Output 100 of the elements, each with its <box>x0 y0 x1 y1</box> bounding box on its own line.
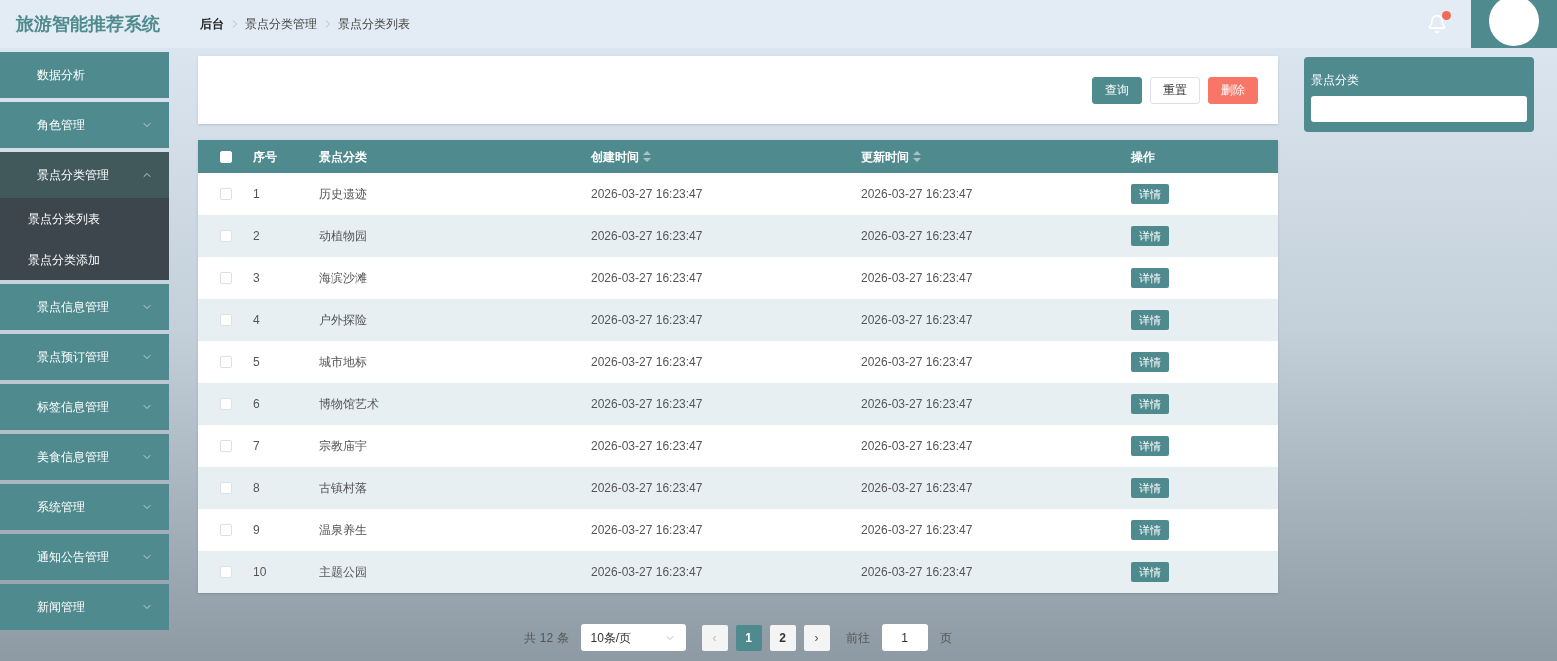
total-count: 共 12 条 <box>524 629 569 647</box>
category-input-field[interactable] <box>1311 96 1527 122</box>
sidebar-menu-item[interactable]: 美食信息管理 <box>0 434 169 480</box>
toolbar-button[interactable]: 删除 <box>1208 76 1258 104</box>
column-header[interactable]: 更新时间 <box>861 147 921 166</box>
table-cell: 2 <box>253 229 260 243</box>
avatar-placeholder[interactable] <box>1489 0 1539 46</box>
chevron-right-icon <box>325 20 330 28</box>
page-size-select[interactable]: 10条/页 <box>580 624 686 651</box>
table-cell: 2026-03-27 16:23:47 <box>591 271 703 285</box>
filter-label: 景点分类 <box>1311 72 1360 89</box>
sidebar-menu-item[interactable]: 景点预订管理 <box>0 334 169 380</box>
page-button[interactable]: 2 <box>769 624 796 651</box>
row-checkbox[interactable] <box>219 356 232 368</box>
sort-icon[interactable] <box>643 151 651 162</box>
row-checkbox[interactable] <box>219 188 232 200</box>
sidebar-menu-item[interactable]: 数据分析 <box>0 52 169 98</box>
submenu-item[interactable]: 景点分类列表 <box>0 198 169 239</box>
details-button[interactable]: 详情 <box>1131 520 1169 540</box>
sidebar-menu-item[interactable]: 通知公告管理 <box>0 534 169 580</box>
app-title: 旅游智能推荐系统 <box>16 12 161 36</box>
bell-icon <box>1427 14 1447 34</box>
table-cell: 9 <box>253 523 260 537</box>
row-checkbox[interactable] <box>219 314 232 326</box>
table-cell: 古镇村落 <box>319 481 367 495</box>
table-cell: 2026-03-27 16:23:47 <box>861 439 973 453</box>
table-cell: 2026-03-27 16:23:47 <box>861 397 973 411</box>
table-cell: 温泉养生 <box>319 523 367 537</box>
table-cell: 2026-03-27 16:23:47 <box>591 397 703 411</box>
table-cell: 3 <box>253 271 260 285</box>
sidebar-menu-item[interactable]: 标签信息管理 <box>0 384 169 430</box>
details-button[interactable]: 详情 <box>1131 394 1169 414</box>
table-cell: 2026-03-27 16:23:47 <box>861 187 973 201</box>
table-cell: 2026-03-27 16:23:47 <box>591 481 703 495</box>
row-checkbox[interactable] <box>219 398 232 410</box>
table-cell: 2026-03-27 16:23:47 <box>591 523 703 537</box>
table-cell: 2026-03-27 16:23:47 <box>591 187 703 201</box>
breadcrumb-item[interactable]: 后台 <box>200 15 224 33</box>
sort-icon[interactable] <box>913 151 921 162</box>
table-cell: 2026-03-27 16:23:47 <box>591 355 703 369</box>
table-cell: 2026-03-27 16:23:47 <box>861 271 973 285</box>
sidebar-menu-item[interactable]: 景点分类管理 <box>0 152 169 198</box>
goto-label: 前往 <box>845 629 870 647</box>
sidebar-menu-item[interactable]: 新闻管理 <box>0 584 169 630</box>
column-header: 景点分类 <box>319 148 367 166</box>
table-cell: 2026-03-27 16:23:47 <box>861 481 973 495</box>
row-checkbox[interactable] <box>219 482 232 494</box>
table-cell: 2026-03-27 16:23:47 <box>861 313 973 327</box>
table-cell: 5 <box>253 355 260 369</box>
details-button[interactable]: 详情 <box>1131 352 1169 372</box>
row-checkbox[interactable] <box>219 566 232 578</box>
row-checkbox[interactable] <box>219 272 232 284</box>
table-cell: 主题公园 <box>319 565 367 579</box>
select-all-checkbox[interactable] <box>219 150 232 163</box>
details-button[interactable]: 详情 <box>1131 562 1169 582</box>
table-cell: 户外探险 <box>319 313 367 327</box>
table-cell: 城市地标 <box>319 355 367 369</box>
table-cell: 历史遗迹 <box>319 187 367 201</box>
sidebar-menu-item[interactable]: 角色管理 <box>0 102 169 148</box>
table-cell: 2026-03-27 16:23:47 <box>591 229 703 243</box>
table-cell: 2026-03-27 16:23:47 <box>591 565 703 579</box>
table-cell: 2026-03-27 16:23:47 <box>861 523 973 537</box>
column-header: 操作 <box>1131 148 1155 166</box>
table-cell: 6 <box>253 397 260 411</box>
table-cell: 2026-03-27 16:23:47 <box>591 313 703 327</box>
table-cell: 宗教庙宇 <box>319 439 367 453</box>
next-page-button[interactable]: › <box>803 624 830 651</box>
column-header[interactable]: 创建时间 <box>591 147 651 166</box>
goto-page-field[interactable]: 1 <box>881 624 928 651</box>
table-cell: 1 <box>253 187 260 201</box>
details-button[interactable]: 详情 <box>1131 310 1169 330</box>
row-checkbox[interactable] <box>219 230 232 242</box>
chevron-right-icon <box>232 20 237 28</box>
table-cell: 2026-03-27 16:23:47 <box>591 439 703 453</box>
table-cell: 博物馆艺术 <box>319 397 379 411</box>
page-button[interactable]: 1 <box>735 624 762 651</box>
row-checkbox[interactable] <box>219 524 232 536</box>
toolbar-button[interactable]: 重置 <box>1150 76 1200 104</box>
sidebar-menu-item[interactable]: 系统管理 <box>0 484 169 530</box>
toolbar-button[interactable]: 查询 <box>1092 76 1142 104</box>
table-cell: 2026-03-27 16:23:47 <box>861 229 973 243</box>
table-cell: 2026-03-27 16:23:47 <box>861 355 973 369</box>
table-cell: 4 <box>253 313 260 327</box>
details-button[interactable]: 详情 <box>1131 436 1169 456</box>
breadcrumb-item[interactable]: 景点分类管理 <box>245 15 317 33</box>
details-button[interactable]: 详情 <box>1131 226 1169 246</box>
table-cell: 7 <box>253 439 260 453</box>
page-suffix: 页 <box>939 629 952 647</box>
breadcrumb-item[interactable]: 景点分类列表 <box>338 15 410 33</box>
submenu-item[interactable]: 景点分类添加 <box>0 239 169 280</box>
row-checkbox[interactable] <box>219 440 232 452</box>
table-cell: 海滨沙滩 <box>319 271 367 285</box>
table-cell: 动植物园 <box>319 229 367 243</box>
sidebar-menu-item[interactable]: 景点信息管理 <box>0 284 169 330</box>
table-cell: 10 <box>253 565 267 579</box>
details-button[interactable]: 详情 <box>1131 184 1169 204</box>
details-button[interactable]: 详情 <box>1131 478 1169 498</box>
table-cell: 2026-03-27 16:23:47 <box>861 565 973 579</box>
column-header: 序号 <box>253 148 277 166</box>
details-button[interactable]: 详情 <box>1131 268 1169 288</box>
